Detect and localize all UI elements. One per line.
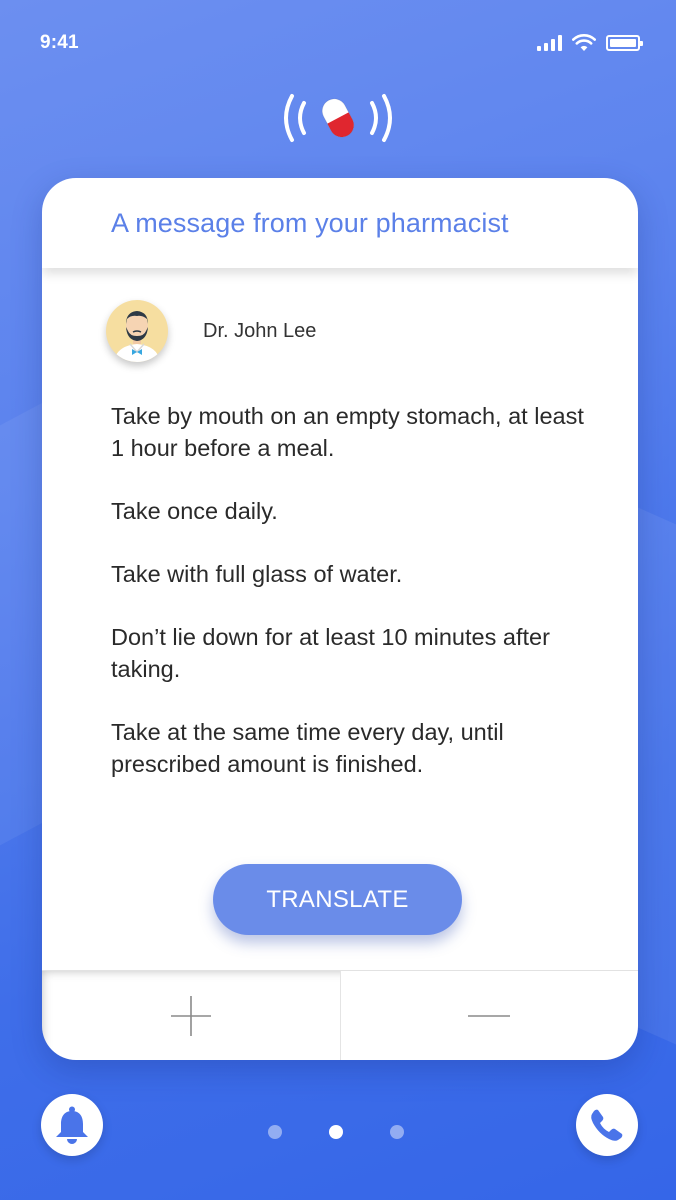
- notifications-button[interactable]: [41, 1094, 103, 1156]
- status-bar: 9:41: [0, 0, 676, 86]
- instruction-item: Don’t lie down for at least 10 minutes a…: [111, 624, 550, 682]
- wifi-icon: [572, 34, 596, 51]
- increase-button[interactable]: [42, 971, 341, 1060]
- status-time: 9:41: [40, 32, 79, 53]
- pharmacist-name: Dr. John Lee: [203, 319, 317, 342]
- plus-icon: [170, 995, 211, 1036]
- page-indicator: [268, 1125, 404, 1139]
- pill-broadcast-icon: [284, 94, 392, 142]
- instruction-item: Take at the same time every day, until p…: [111, 719, 504, 777]
- status-icons: [537, 34, 643, 52]
- bell-icon: [56, 1106, 88, 1144]
- call-button[interactable]: [576, 1094, 638, 1156]
- instruction-item: Take with full glass of water.: [111, 561, 403, 587]
- card-title: A message from your pharmacist: [111, 207, 509, 238]
- zoom-stepper: [42, 970, 638, 1060]
- pharmacist-info: Dr. John Lee: [106, 300, 316, 362]
- decrease-button[interactable]: [341, 971, 639, 1060]
- card-header: A message from your pharmacist: [42, 178, 638, 268]
- page-dot-active[interactable]: [329, 1125, 343, 1139]
- instruction-item: Take by mouth on an empty stomach, at le…: [111, 403, 584, 461]
- cellular-signal-icon: [537, 35, 562, 51]
- instructions: Take by mouth on an empty stomach, at le…: [111, 400, 591, 811]
- instruction-item: Take once daily.: [111, 498, 278, 524]
- pharmacist-avatar-icon: [114, 311, 160, 362]
- battery-icon: [606, 35, 643, 51]
- minus-icon: [468, 1014, 511, 1017]
- page-dot[interactable]: [390, 1125, 404, 1139]
- message-card: A message from your pharmacist Dr. John …: [42, 178, 638, 1060]
- phone-icon: [591, 1109, 623, 1141]
- avatar: [106, 300, 168, 362]
- page-dot[interactable]: [268, 1125, 282, 1139]
- pill-broadcast: [0, 86, 676, 150]
- translate-button[interactable]: TRANSLATE: [213, 864, 462, 935]
